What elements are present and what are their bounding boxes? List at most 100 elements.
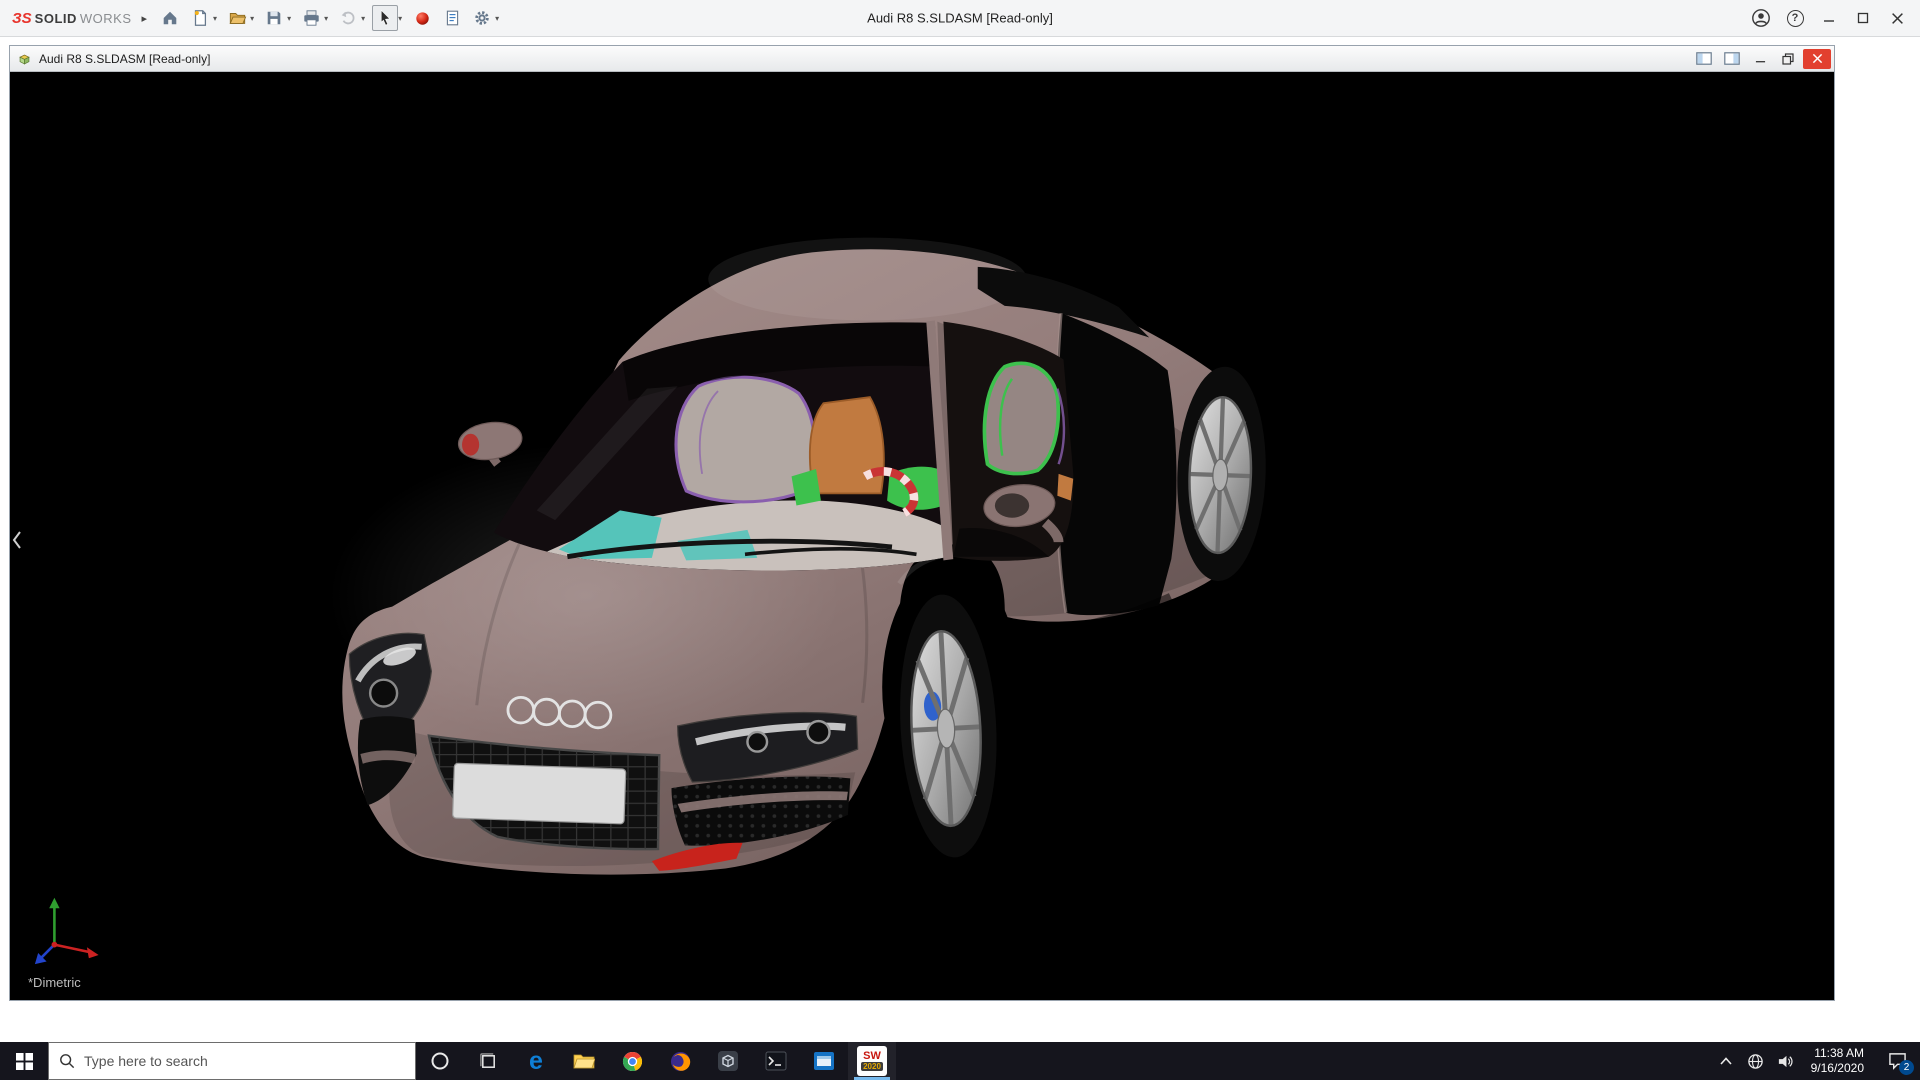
split-pane-left-icon	[1696, 52, 1712, 65]
select-cursor-icon	[377, 9, 394, 27]
solidworks-taskbar-button[interactable]: SW 2020	[848, 1042, 896, 1080]
file-explorer-button[interactable]	[560, 1042, 608, 1080]
task-view-icon	[479, 1052, 498, 1071]
options-button[interactable]	[469, 5, 495, 31]
app-maximize-button[interactable]	[1846, 0, 1880, 36]
clock-date: 9/16/2020	[1811, 1061, 1864, 1076]
undo-button[interactable]	[335, 5, 361, 31]
save-icon	[265, 9, 283, 27]
app-window-controls: ?	[1744, 0, 1914, 36]
blue-window-app-button[interactable]	[800, 1042, 848, 1080]
volume-button[interactable]	[1771, 1042, 1801, 1080]
task-view-button[interactable]	[464, 1042, 512, 1080]
cortana-button[interactable]	[416, 1042, 464, 1080]
audi-r8-3d-model	[10, 72, 1834, 1000]
print-button[interactable]	[298, 5, 324, 31]
search-input[interactable]	[84, 1053, 405, 1069]
network-globe-icon	[1747, 1053, 1764, 1070]
view-orientation-label: *Dimetric	[28, 975, 81, 990]
help-button[interactable]: ?	[1778, 0, 1812, 36]
file-properties-button[interactable]	[439, 5, 465, 31]
cube-app-button[interactable]	[704, 1042, 752, 1080]
chevron-left-icon	[12, 530, 22, 550]
pane-layout-right-button[interactable]	[1719, 49, 1745, 69]
red-sphere-icon	[415, 11, 430, 26]
undo-icon	[339, 9, 357, 27]
open-button[interactable]	[224, 5, 250, 31]
options-gear-icon	[473, 9, 491, 27]
doc-close-button[interactable]	[1803, 49, 1831, 69]
solidworks-icon: SW 2020	[857, 1046, 887, 1076]
orientation-triad-icon	[30, 890, 110, 968]
open-dropdown-icon[interactable]: ▾	[250, 14, 257, 23]
select-dropdown-icon[interactable]: ▾	[398, 14, 405, 23]
appearances-button[interactable]	[409, 5, 435, 31]
taskbar-search[interactable]	[48, 1042, 416, 1080]
select-button[interactable]	[372, 5, 398, 31]
app-titlebar: ЗS SOLIDWORKS ▸ ▾ ▾ ▾	[0, 0, 1920, 37]
quick-access-toolbar: ▾ ▾ ▾ ▾ ▾	[157, 5, 502, 31]
app-minimize-button[interactable]	[1812, 0, 1846, 36]
minimize-icon	[1823, 12, 1835, 24]
command-prompt-button[interactable]	[752, 1042, 800, 1080]
edge-button[interactable]: e	[512, 1042, 560, 1080]
action-center-button[interactable]: 2	[1874, 1042, 1920, 1080]
solidworks-logo: ЗS SOLIDWORKS	[6, 10, 140, 27]
terminal-icon	[765, 1051, 787, 1071]
taskbar-clock[interactable]: 11:38 AM 9/16/2020	[1801, 1042, 1874, 1080]
options-dropdown-icon[interactable]: ▾	[495, 14, 502, 23]
file-properties-icon	[444, 9, 461, 27]
new-document-dropdown-icon[interactable]: ▾	[213, 14, 220, 23]
app-close-button[interactable]	[1880, 0, 1914, 36]
chrome-icon	[622, 1051, 643, 1072]
doc-minimize-icon	[1755, 53, 1766, 64]
search-icon	[59, 1053, 75, 1069]
print-icon	[302, 9, 321, 27]
chevron-up-icon	[1720, 1057, 1732, 1065]
firefox-button[interactable]	[656, 1042, 704, 1080]
featuremanager-collapse-tab[interactable]	[12, 527, 26, 553]
assembly-document-icon	[16, 51, 33, 67]
home-button[interactable]	[157, 5, 183, 31]
document-window: Audi R8 S.SLDASM [Read-only]	[9, 45, 1835, 1001]
document-titlebar: Audi R8 S.SLDASM [Read-only]	[10, 46, 1834, 72]
home-icon	[161, 9, 179, 27]
clock-time: 11:38 AM	[1814, 1046, 1864, 1061]
brand-mark-icon: ЗS	[12, 10, 32, 27]
close-icon	[1891, 12, 1904, 25]
doc-minimize-button[interactable]	[1747, 49, 1773, 69]
edge-icon: e	[529, 1049, 543, 1074]
help-icon: ?	[1787, 10, 1804, 27]
save-dropdown-icon[interactable]: ▾	[287, 14, 294, 23]
document-window-controls	[1691, 49, 1831, 69]
taskbar: e	[0, 1042, 1920, 1080]
file-explorer-icon	[573, 1052, 595, 1070]
blue-window-icon	[813, 1051, 835, 1071]
new-document-button[interactable]	[187, 5, 213, 31]
chrome-button[interactable]	[608, 1042, 656, 1080]
document-title: Audi R8 S.SLDASM [Read-only]	[39, 52, 210, 66]
license-plate	[453, 763, 626, 824]
undo-dropdown-icon[interactable]: ▾	[361, 14, 368, 23]
account-button[interactable]	[1744, 0, 1778, 36]
firefox-icon	[670, 1051, 691, 1072]
network-button[interactable]	[1741, 1042, 1771, 1080]
toolbar-expand-arrow-icon[interactable]: ▸	[140, 12, 158, 25]
doc-restore-button[interactable]	[1775, 49, 1801, 69]
print-dropdown-icon[interactable]: ▾	[324, 14, 331, 23]
maximize-icon	[1857, 12, 1869, 24]
notification-count-badge: 2	[1899, 1060, 1914, 1075]
pane-layout-left-button[interactable]	[1691, 49, 1717, 69]
right-intake	[671, 776, 850, 845]
workspace: Audi R8 S.SLDASM [Read-only]	[0, 37, 1920, 1042]
screen: ЗS SOLIDWORKS ▸ ▾ ▾ ▾	[0, 0, 1920, 1080]
app-title: Audi R8 S.SLDASM [Read-only]	[867, 11, 1053, 26]
solidworks-version-badge: 2020	[861, 1062, 883, 1071]
tray-expand-button[interactable]	[1711, 1042, 1741, 1080]
windows-logo-icon	[16, 1053, 33, 1070]
viewport-3d[interactable]: *Dimetric	[10, 72, 1834, 1000]
new-document-icon	[191, 9, 209, 27]
volume-icon	[1777, 1053, 1794, 1070]
start-button[interactable]	[0, 1042, 48, 1080]
save-button[interactable]	[261, 5, 287, 31]
